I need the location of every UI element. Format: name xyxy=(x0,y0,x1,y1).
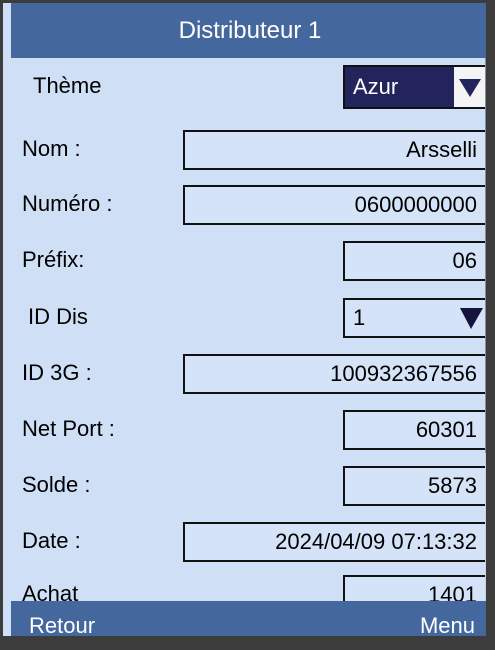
prefix-field[interactable]: 06 xyxy=(343,241,486,281)
scrollbar-thumb[interactable] xyxy=(485,58,486,453)
id-3g-field[interactable]: 100932367556 xyxy=(183,354,486,394)
net-port-label: Net Port : xyxy=(22,416,115,441)
name-label: Nom : xyxy=(22,136,81,161)
theme-select[interactable]: Azur xyxy=(343,65,486,109)
dis-id-label: ID Dis xyxy=(28,304,88,329)
prefix-row: Préfix: 06 xyxy=(11,232,486,288)
number-label: Numéro : xyxy=(22,191,113,216)
balance-row: Solde : 5873 xyxy=(11,457,486,513)
id-3g-row: ID 3G : 100932367556 xyxy=(11,345,486,401)
date-label: Date : xyxy=(22,528,81,553)
date-row: Date : 2024/04/09 07:13:32 xyxy=(11,513,486,569)
chevron-down-icon[interactable] xyxy=(456,300,486,336)
net-port-field[interactable]: 60301 xyxy=(343,410,486,450)
name-row: Nom : Arsselli xyxy=(11,121,486,177)
number-field[interactable]: 0600000000 xyxy=(183,185,486,225)
dis-id-row: ID Dis 1 xyxy=(11,289,486,345)
balance-label: Solde : xyxy=(22,472,91,497)
balance-field[interactable]: 5873 xyxy=(343,466,486,506)
theme-row: Thème Azur xyxy=(11,58,486,114)
title-bar: Distributeur 1 xyxy=(11,3,486,58)
page-title: Distributeur 1 xyxy=(178,17,322,44)
menu-button[interactable]: Menu xyxy=(420,601,475,636)
form-panel[interactable]: Thème Azur Nom : Arsselli Numéro : 06000… xyxy=(11,58,486,601)
purchase-label: Achat xyxy=(22,581,79,601)
name-field[interactable]: Arsselli xyxy=(183,130,486,170)
id-3g-label: ID 3G : xyxy=(22,360,92,385)
dis-id-select[interactable]: 1 xyxy=(343,298,486,338)
prefix-label: Préfix: xyxy=(22,247,85,272)
purchase-row: Achat 1401 xyxy=(11,566,486,601)
scrollbar[interactable] xyxy=(485,58,486,601)
theme-label: Thème xyxy=(33,73,102,98)
number-row: Numéro : 0600000000 xyxy=(11,176,486,232)
chevron-down-icon[interactable] xyxy=(454,67,486,107)
dis-id-select-value: 1 xyxy=(353,305,366,330)
theme-select-value: Azur xyxy=(353,74,399,99)
back-button[interactable]: Retour xyxy=(29,601,95,636)
purchase-field[interactable]: 1401 xyxy=(343,575,486,601)
bottom-bar: Retour Menu xyxy=(11,601,486,636)
device-screen: Distributeur 1 Thème Azur Nom : Arsselli… xyxy=(0,0,495,650)
date-field[interactable]: 2024/04/09 07:13:32 xyxy=(183,522,486,562)
net-port-row: Net Port : 60301 xyxy=(11,401,486,457)
